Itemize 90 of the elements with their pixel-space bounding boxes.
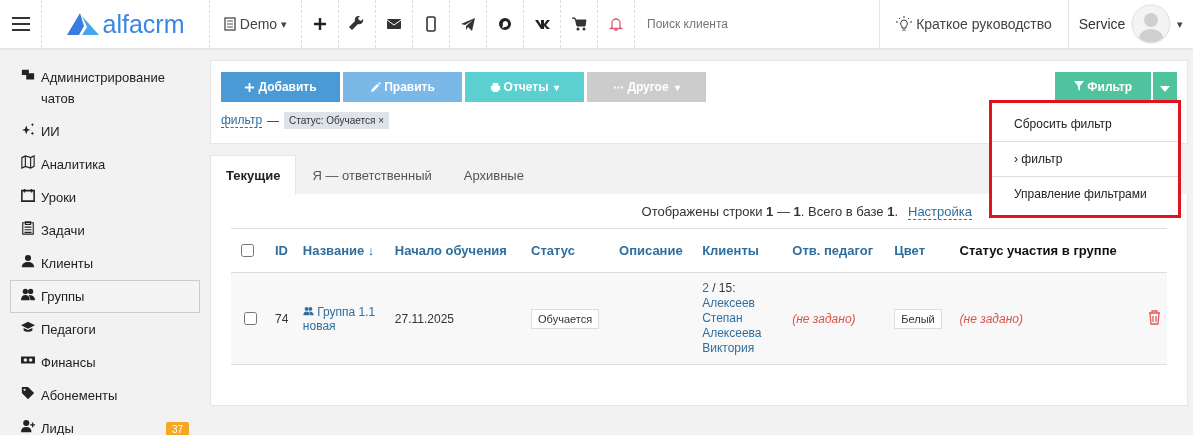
sidebar-item[interactable]: Задачи [10,214,200,247]
sidebar-item[interactable]: Администрирование чатов [10,66,200,115]
column-header: Статус участия в группе [953,228,1140,273]
bell-icon[interactable] [608,16,624,32]
plus-icon[interactable] [312,16,328,32]
trash-icon[interactable] [1148,309,1161,325]
summary-text: Отображены строки 1 — 1. Всего в базе 1. [641,204,898,220]
clipboard-icon [21,221,35,235]
color-tag: Белый [894,308,942,329]
column-header-link[interactable]: Статус [525,228,614,273]
people-icon [21,287,35,301]
lightbulb-icon [896,16,913,32]
chat-bubbles-icon [21,68,35,82]
sidebar-item[interactable]: Абонементы [10,379,200,412]
table-cell: (не задано) [959,311,1023,326]
cart-icon[interactable] [571,16,587,32]
sidebar-item[interactable]: ИИ [10,115,200,148]
sidebar-label: Администрирование чатов [41,69,166,108]
filter-chip[interactable]: Статус: Обучается × [284,112,390,129]
sidebar-label: Лиды [41,420,75,435]
status-tag: Обучается [531,308,600,329]
graduation-cap-icon [21,320,35,334]
column-header-link[interactable]: Цвет [888,228,954,273]
tab[interactable]: Я — ответственный [296,155,448,195]
column-header-link[interactable]: ID [269,228,297,273]
chat-icon[interactable] [497,16,513,32]
sidebar-label: Задачи [41,222,86,240]
clients-count-link[interactable]: 2 [702,281,709,295]
table-cell: 27.11.2025 [394,311,455,326]
sidebar-item[interactable]: Группы [10,280,200,313]
person-icon [21,254,35,268]
sidebar-label: Группы [41,288,86,306]
person-plus-icon [21,419,35,433]
sidebar-label: Клиенты [41,255,95,273]
funnel-icon [1073,81,1084,91]
column-header-link[interactable]: Клиенты [696,228,787,273]
client-link[interactable]: Алексеева Виктория [702,326,773,356]
sidebar-label: Финансы [41,354,97,372]
client-link[interactable]: Алексеев Степан [702,296,773,326]
sidebar-item[interactable]: Финансы [10,346,200,379]
column-header-link[interactable]: Название ↓ [296,228,389,273]
pencil-icon [370,81,382,93]
sidebar-item[interactable]: Педагоги [10,313,200,346]
guide-button[interactable]: Краткое руководство [896,16,1052,32]
logo-text: alfacrm [102,9,185,39]
sidebar-label: Аналитика [41,156,107,174]
phone-icon[interactable] [423,16,439,32]
sidebar-label: Уроки [41,189,78,207]
clients-total: / 15: [711,281,736,295]
caret-icon [1160,85,1170,92]
people-icon [302,306,314,316]
sidebar-item[interactable]: Лиды 37 [10,412,200,435]
branch-dropdown[interactable]: Demo ▾ [223,16,288,32]
tab[interactable]: Текущие [210,155,297,195]
sparkle-icon [21,122,35,136]
calendar-icon [21,188,35,202]
select-all-checkbox[interactable] [241,244,254,257]
wrench-icon[interactable] [349,16,365,32]
building-icon [223,17,236,31]
mail-icon[interactable] [386,16,402,32]
separator-text: — [267,113,280,128]
menu-item[interactable]: Сбросить фильтр [992,107,1178,142]
column-header-link[interactable]: Отв. педагог [786,228,889,273]
filter-dropdown-button[interactable] [1152,72,1177,102]
menu-icon[interactable] [10,16,31,32]
printer-icon [489,81,501,93]
count-badge: 37 [165,422,189,435]
filter-link[interactable]: фильтр [221,113,263,128]
table-cell: 74 [275,311,289,326]
column-header-link[interactable]: Начало обучения [388,228,526,273]
sidebar-label: Педагоги [41,321,97,339]
menu-item[interactable]: Управление фильтрами [992,177,1178,211]
sidebar-item[interactable]: Аналитика [10,148,200,181]
caret-icon[interactable]: ▾ [1177,17,1184,31]
user-name[interactable]: Service [1078,16,1126,32]
menu-item[interactable]: › фильтр [992,142,1178,177]
map-icon [21,155,35,169]
sidebar-label: Абонементы [41,387,119,405]
plus-icon [244,81,256,93]
settings-link[interactable]: Настройка [908,204,972,220]
sidebar-item[interactable]: Клиенты [10,247,200,280]
row-checkbox[interactable] [244,312,257,325]
sidebar-label: ИИ [41,123,61,141]
tag-icon [21,386,35,400]
send-icon[interactable] [460,16,476,32]
table-cell: (не задано) [792,311,856,326]
column-header-link[interactable]: Описание [613,228,697,273]
tab[interactable]: Архивные [447,155,540,195]
sidebar-item[interactable]: Уроки [10,181,200,214]
logo-icon [66,13,99,35]
